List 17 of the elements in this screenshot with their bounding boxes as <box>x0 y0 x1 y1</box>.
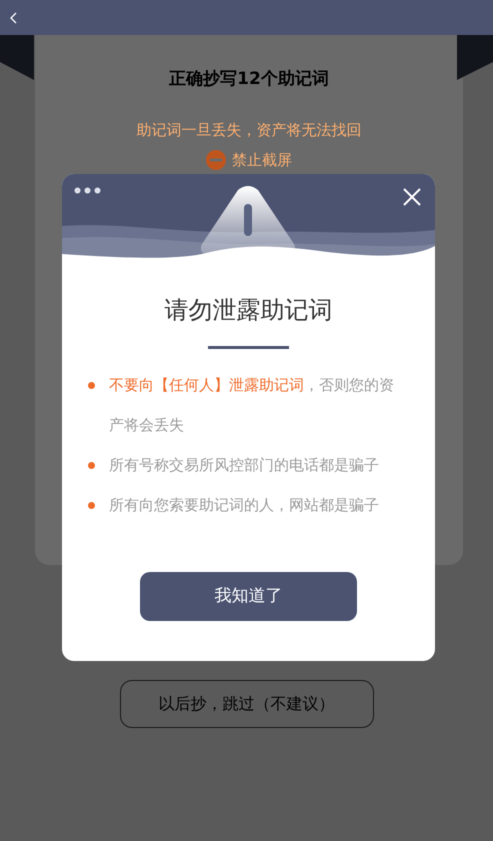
bullet-icon <box>88 502 95 509</box>
warning-item: 所有向您索要助记词的人，网站都是骗子 <box>109 494 379 516</box>
close-button[interactable] <box>401 186 423 208</box>
corner-shape <box>0 35 36 80</box>
warning-text: 助记词一旦丢失，资产将无法找回 <box>136 120 362 140</box>
corner-shape <box>457 35 493 80</box>
bullet-icon <box>88 382 95 389</box>
bullet-icon <box>88 462 95 469</box>
warning-item: 所有号称交易所风控部门的电话都是骗子 <box>109 454 379 476</box>
confirm-button[interactable]: 我知道了 <box>140 572 357 621</box>
modal-title: 请勿泄露助记词 <box>164 296 334 325</box>
page-title: 正确抄写12个助记词 <box>168 68 330 91</box>
back-icon[interactable] <box>9 12 17 24</box>
no-entry-icon <box>206 150 226 170</box>
more-icon[interactable] <box>74 187 102 194</box>
warning-item: 不要向【任何人】泄露助记词，否则您的资产将会丢失 <box>109 374 395 436</box>
notice-text: 禁止截屏 <box>232 150 292 171</box>
